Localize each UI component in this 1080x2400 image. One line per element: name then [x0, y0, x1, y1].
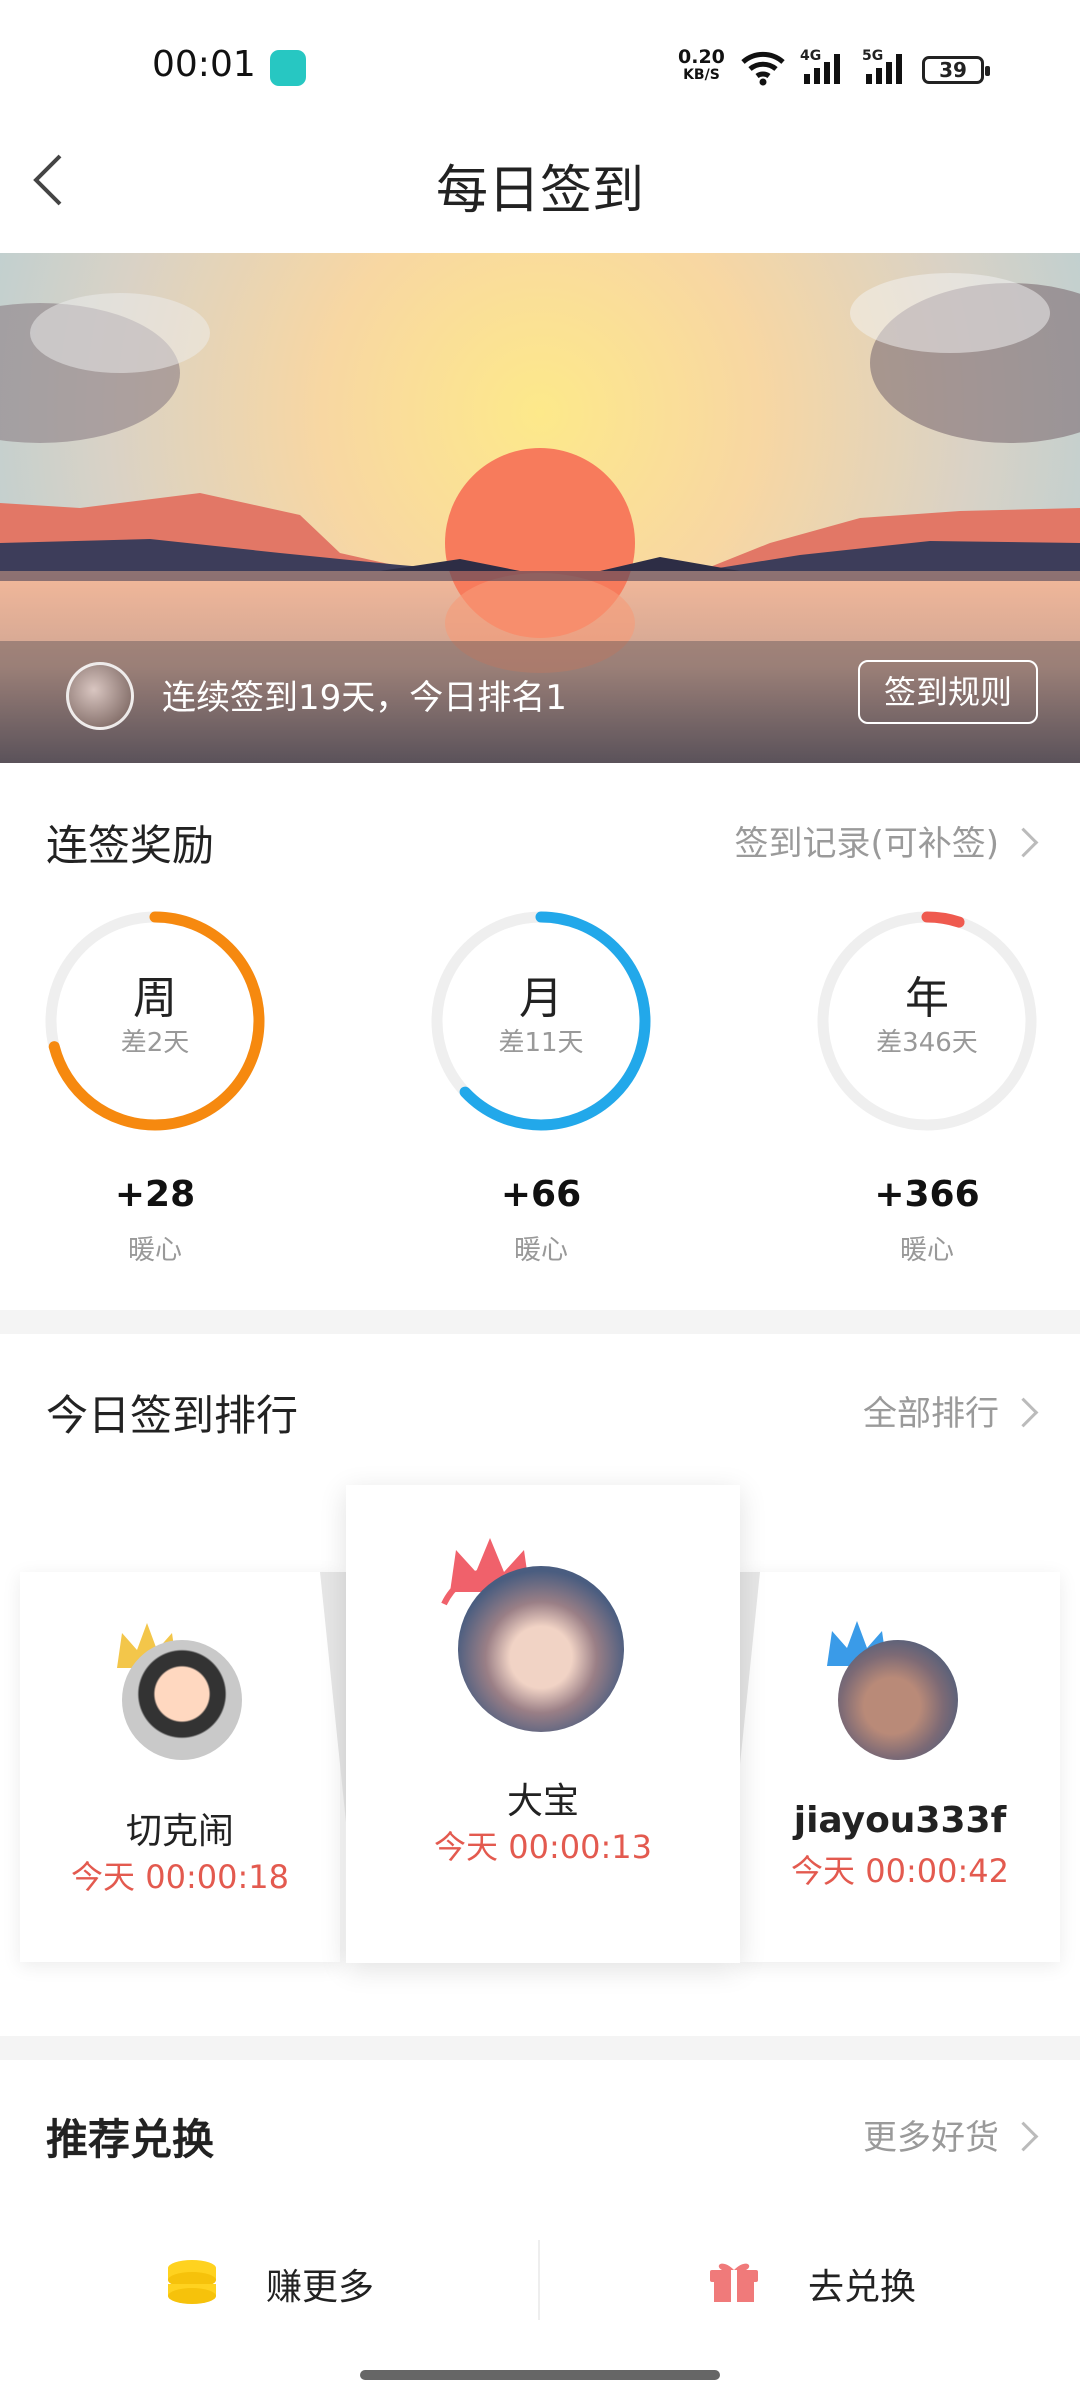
sign-in-record-link[interactable]: 签到记录(可补签)	[734, 816, 1039, 865]
wifi-icon	[741, 51, 785, 86]
network-speed-value: 0.20	[678, 46, 725, 68]
ring-period-label: 年	[905, 973, 949, 1024]
gift-icon	[710, 2263, 758, 2302]
earn-more-button[interactable]: 赚更多	[0, 2220, 538, 2340]
chevron-right-icon	[1008, 2121, 1039, 2152]
sign-in-record-label: 签到记录(可补签)	[734, 824, 999, 864]
ring-remaining-days: 差346天	[876, 1028, 978, 1058]
rank-2-time: 今天 00:00:18	[71, 1858, 289, 1896]
reward-unit: 暖心	[900, 1235, 954, 1266]
section-divider	[0, 1310, 1080, 1334]
ranking-title: 今日签到排行	[46, 1391, 299, 1440]
earn-more-label: 赚更多	[266, 2267, 375, 2308]
rank-1-name: 大宝	[506, 1781, 579, 1822]
card-shadow-left	[320, 1572, 346, 1822]
page-title: 每日签到	[435, 161, 644, 221]
battery-icon: 39	[922, 56, 990, 84]
section-divider	[0, 2036, 1080, 2060]
sign-in-rules-button[interactable]: 签到规则	[858, 660, 1038, 724]
notification-app-icon	[270, 50, 306, 86]
all-ranking-label: 全部排行	[863, 1394, 999, 1434]
bottom-action-bar: 赚更多 去兑换	[0, 2220, 1080, 2340]
reward-unit: 暖心	[514, 1235, 568, 1266]
rank-2-name: 切克闹	[125, 1811, 234, 1852]
ring-period-label: 月	[519, 973, 563, 1024]
ring-period-label: 周	[133, 973, 177, 1024]
streak-summary: 连续签到19天，今日排名1	[162, 678, 567, 718]
coins-icon	[168, 2260, 216, 2304]
streak-rewards-title: 连签奖励	[46, 821, 215, 870]
reward-amount: +28	[114, 1174, 196, 1215]
rank-3-name: jiayou333f	[793, 1800, 1007, 1841]
rank-3-avatar	[838, 1640, 958, 1760]
ring-remaining-days: 差11天	[498, 1028, 584, 1058]
chevron-right-icon	[1008, 1397, 1039, 1428]
more-goods-link[interactable]: 更多好货	[863, 2110, 1039, 2159]
status-time: 00:01	[152, 44, 256, 85]
reward-amount: +66	[500, 1174, 582, 1215]
reward-amount: +366	[874, 1174, 980, 1215]
rank-card-3[interactable]	[740, 1572, 1060, 1962]
reward-unit: 暖心	[128, 1235, 182, 1266]
network-speed: 0.20 KB/S	[678, 48, 725, 84]
chevron-right-icon	[1008, 827, 1039, 858]
rank-3-time: 今天 00:00:42	[791, 1852, 1009, 1890]
more-goods-label: 更多好货	[863, 2118, 999, 2158]
all-ranking-link[interactable]: 全部排行	[863, 1386, 1039, 1435]
go-exchange-label: 去兑换	[808, 2267, 917, 2308]
network-speed-unit: KB/S	[683, 67, 720, 83]
user-avatar[interactable]	[66, 662, 134, 730]
go-exchange-button[interactable]: 去兑换	[540, 2220, 1080, 2340]
rank-1-time: 今天 00:00:13	[434, 1828, 652, 1866]
recommend-title: 推荐兑换	[46, 2115, 215, 2164]
home-indicator[interactable]	[360, 2370, 720, 2380]
rank-1-avatar	[458, 1566, 624, 1732]
ring-remaining-days: 差2天	[120, 1028, 190, 1058]
rank-2-avatar	[122, 1640, 242, 1760]
status-bar: 00:01 0.20 KB/S 4G 5G 39	[0, 0, 1080, 130]
